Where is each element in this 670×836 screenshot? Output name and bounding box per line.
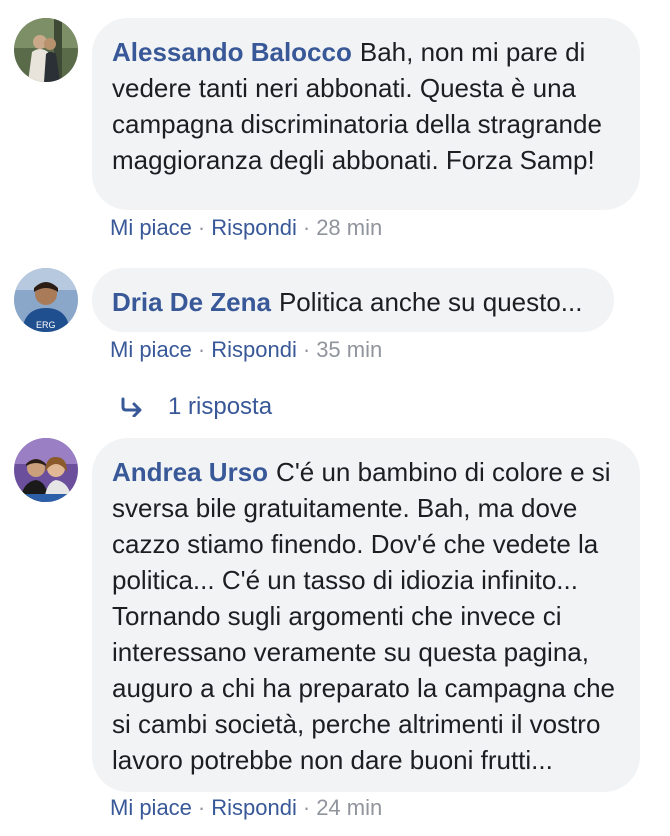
timestamp[interactable]: 35 min bbox=[316, 337, 382, 362]
view-replies-link[interactable]: 1 risposta bbox=[120, 392, 272, 422]
like-link[interactable]: Mi piace bbox=[110, 795, 192, 820]
like-link[interactable]: Mi piace bbox=[110, 215, 192, 240]
avatar-photo-icon bbox=[14, 18, 78, 82]
comment-actions: Mi piace · Rispondi · 28 min bbox=[110, 214, 382, 242]
replies-count[interactable]: 1 risposta bbox=[168, 392, 272, 422]
like-link[interactable]: Mi piace bbox=[110, 337, 192, 362]
reply-link[interactable]: Rispondi bbox=[211, 215, 297, 240]
comment-author[interactable]: Dria De Zena bbox=[112, 287, 271, 317]
timestamp[interactable]: 28 min bbox=[316, 215, 382, 240]
comment-author[interactable]: Andrea Urso bbox=[112, 457, 268, 487]
comment-bubble: Andrea Urso C'é un bambino di colore e si… bbox=[92, 438, 640, 792]
comment-bubble: Dria De Zena Politica anche su questo... bbox=[92, 268, 614, 332]
comment-text: C'é un bambino di colore e si sversa bil… bbox=[112, 457, 616, 775]
separator: · bbox=[197, 215, 206, 240]
reply-link[interactable]: Rispondi bbox=[211, 795, 297, 820]
separator: · bbox=[197, 795, 206, 820]
comment-text: Politica anche su questo... bbox=[278, 287, 583, 317]
avatar[interactable] bbox=[14, 438, 78, 502]
comment-actions: Mi piace · Rispondi · 35 min bbox=[110, 336, 382, 364]
comment-author[interactable]: Alessando Balocco bbox=[112, 37, 352, 67]
separator: · bbox=[302, 337, 311, 362]
separator: · bbox=[302, 795, 311, 820]
svg-text:ERG: ERG bbox=[36, 320, 56, 330]
avatar-photo-icon bbox=[14, 438, 78, 502]
reply-link[interactable]: Rispondi bbox=[211, 337, 297, 362]
avatar[interactable]: ERG bbox=[14, 268, 78, 332]
comment-actions: Mi piace · Rispondi · 24 min bbox=[110, 794, 382, 822]
avatar-photo-icon: ERG bbox=[14, 268, 78, 332]
separator: · bbox=[197, 337, 206, 362]
avatar[interactable] bbox=[14, 18, 78, 82]
comment-bubble: Alessando Balocco Bah, non mi pare di ved… bbox=[92, 18, 640, 210]
timestamp[interactable]: 24 min bbox=[316, 795, 382, 820]
separator: · bbox=[302, 215, 311, 240]
reply-arrow-icon bbox=[121, 397, 142, 417]
